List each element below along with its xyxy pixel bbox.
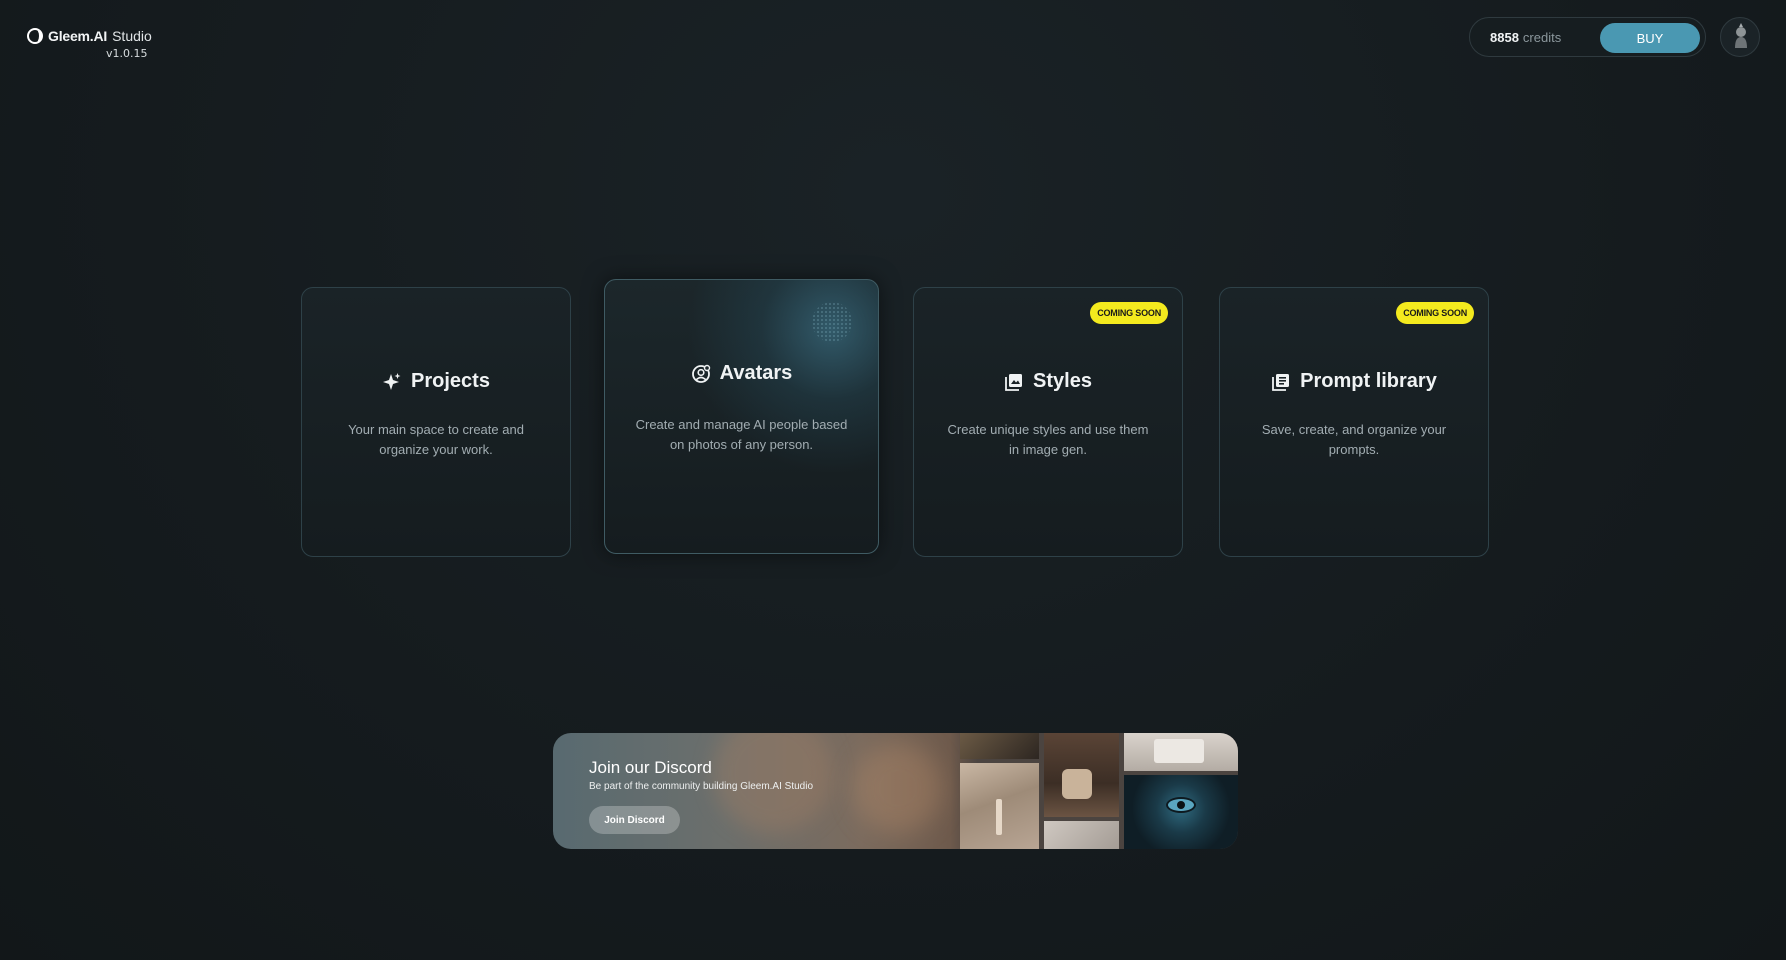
card-title: Projects: [411, 370, 490, 392]
card-prompt-library[interactable]: COMING SOON Prompt library Save, create,…: [1219, 287, 1489, 557]
credits-pill: 8858 credits BUY: [1469, 17, 1706, 57]
card-title-row: Projects: [302, 370, 570, 393]
card-description: Create and manage AI people based on pho…: [635, 417, 848, 452]
discord-subtitle: Be part of the community building Gleem.…: [589, 781, 814, 792]
collage-image: [1044, 733, 1119, 817]
card-description: Your main space to create and organize y…: [348, 422, 524, 457]
gleem-logo-icon: [27, 28, 43, 44]
collage-image: [1124, 733, 1238, 771]
discord-banner: Join our Discord Be part of the communit…: [553, 733, 1238, 849]
discord-title: Join our Discord: [589, 758, 712, 777]
credits-label: credits: [1522, 30, 1562, 45]
library-icon: [1272, 373, 1290, 391]
coming-soon-badge: COMING SOON: [1396, 302, 1474, 324]
sparkle-icon: [383, 372, 401, 390]
card-avatars[interactable]: Avatars Create and manage AI people base…: [604, 279, 879, 554]
credits-text: 8858 credits: [1490, 30, 1561, 45]
join-discord-button[interactable]: Join Discord: [589, 806, 680, 834]
logo[interactable]: Gleem.AI Studio: [27, 28, 152, 44]
image-stack-icon: [1005, 373, 1023, 391]
version-label: v1.0.15: [106, 47, 148, 60]
buy-button[interactable]: BUY: [1600, 23, 1700, 53]
card-title: Styles: [1033, 370, 1092, 392]
card-projects[interactable]: Projects Your main space to create and o…: [301, 287, 571, 557]
collage-image: [960, 763, 1039, 849]
coming-soon-badge: COMING SOON: [1090, 302, 1168, 324]
decorative-dots: [812, 302, 852, 342]
collage-image: [1044, 821, 1119, 849]
credits-value: 8858: [1490, 30, 1519, 45]
user-avatar-image: [1735, 23, 1747, 48]
card-title-row: Prompt library: [1220, 370, 1488, 393]
card-title: Prompt library: [1300, 370, 1437, 392]
card-title-row: Avatars: [605, 362, 878, 385]
collage-image: [960, 733, 1039, 759]
card-title: Avatars: [719, 362, 793, 384]
card-styles[interactable]: COMING SOON Styles Create unique styles …: [913, 287, 1183, 557]
brand-suffix: Studio: [112, 28, 152, 44]
card-description: Save, create, and organize your prompts.: [1261, 422, 1447, 457]
card-description: Create unique styles and use them in ima…: [947, 422, 1149, 457]
user-avatar[interactable]: [1720, 17, 1760, 57]
avatar-icon: [691, 364, 710, 383]
banner-background-blur: [853, 743, 943, 833]
top-bar: Gleem.AI Studio v1.0.15 8858 credits BUY: [0, 0, 1786, 80]
brand-name: Gleem.AI: [48, 28, 108, 44]
card-title-row: Styles: [914, 370, 1182, 393]
collage-image: [1124, 775, 1238, 849]
